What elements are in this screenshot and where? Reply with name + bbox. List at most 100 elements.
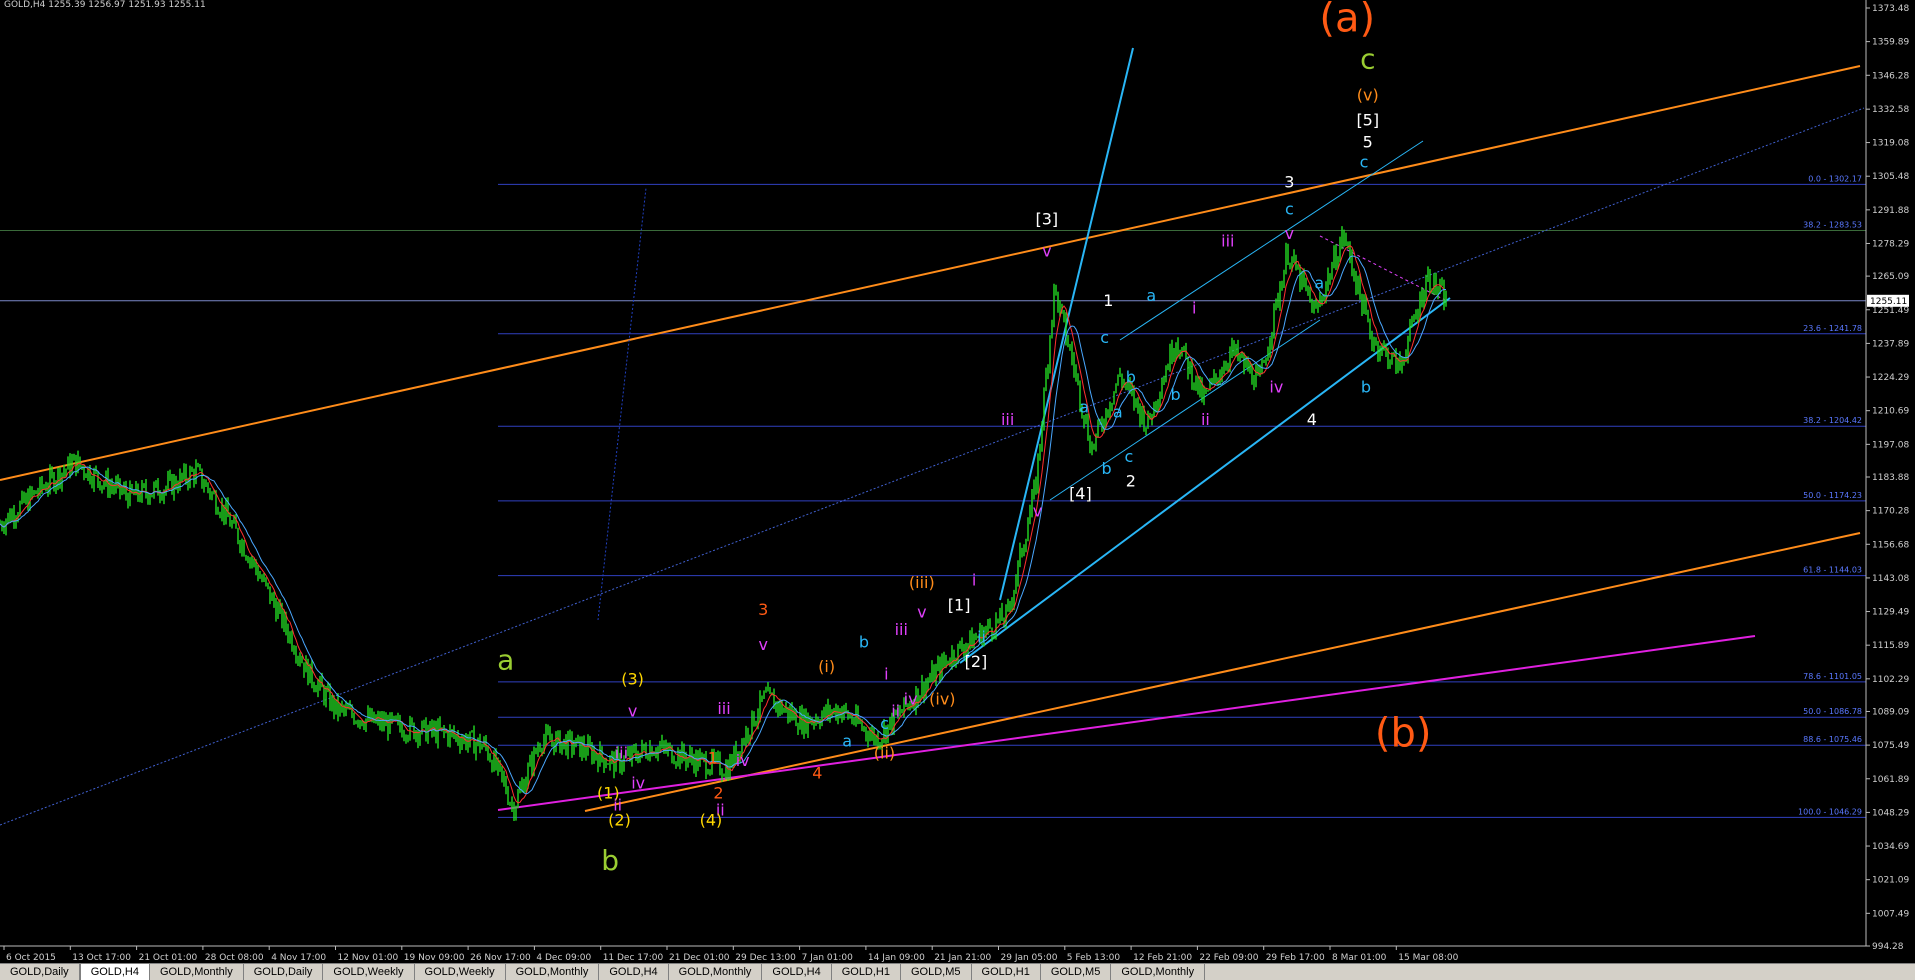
time-tick-label: 12 Feb 21:00 — [1133, 953, 1192, 963]
price-tick-label: 1034.69 — [1872, 842, 1909, 852]
chart-tab[interactable]: GOLD,M5 — [901, 964, 972, 980]
chart-tab[interactable]: GOLD,H1 — [832, 964, 901, 980]
wave-label: (4) — [700, 810, 723, 829]
price-tick-label: 1156.68 — [1872, 540, 1909, 550]
wave-label: iii — [1221, 232, 1234, 251]
wave-label: (i) — [818, 657, 835, 676]
price-tick-label: 1251.49 — [1872, 306, 1909, 316]
wave-label: c — [1100, 328, 1109, 347]
chart-header: GOLD,H4 1255.39 1256.97 1251.93 1255.11 — [4, 0, 206, 10]
wave-label: iii — [1001, 410, 1014, 429]
time-tick-label: 7 Jan 01:00 — [802, 953, 854, 963]
fib-level-label: 50.0 - 1174.23 — [1803, 491, 1862, 500]
time-tick-label: 5 Feb 13:00 — [1067, 953, 1121, 963]
wave-label: (v) — [1357, 86, 1379, 105]
time-tick-label: 8 Mar 01:00 — [1332, 953, 1387, 963]
wave-label: (ii) — [874, 744, 895, 763]
wave-label: v — [1033, 501, 1042, 520]
chart-tab[interactable]: GOLD,H4 — [79, 964, 150, 980]
chart-tab[interactable]: GOLD,H4 — [762, 964, 832, 980]
price-tick-label: 1346.28 — [1872, 71, 1909, 81]
price-tick-label: 1278.29 — [1872, 239, 1909, 249]
wave-label: a — [842, 731, 852, 750]
wave-label: b — [601, 844, 619, 877]
chart-tab[interactable]: GOLD,M5 — [1041, 964, 1112, 980]
wave-label: b — [859, 632, 869, 651]
wave-label: c — [1360, 43, 1375, 76]
wave-label: i — [972, 571, 976, 590]
price-tick-label: 1170.28 — [1872, 507, 1909, 517]
wave-label: b — [1361, 378, 1371, 397]
price-tick-label: 1007.49 — [1872, 909, 1909, 919]
wave-label: iii — [895, 620, 908, 639]
time-tick-label: 12 Nov 01:00 — [338, 953, 399, 963]
chart-background — [0, 0, 1915, 963]
price-tick-label: 1291.88 — [1872, 206, 1909, 216]
fib-level-label: 88.6 - 1075.46 — [1803, 735, 1862, 744]
chart-tab[interactable]: GOLD,Weekly — [415, 964, 506, 980]
wave-label: 4 — [1307, 410, 1317, 429]
price-tick-label: 1224.29 — [1872, 373, 1909, 383]
price-tick-label: 1237.89 — [1872, 339, 1909, 349]
wave-label: [1] — [948, 595, 971, 614]
wave-label: c — [1360, 152, 1369, 171]
wave-label: 5 — [1363, 133, 1373, 152]
wave-label: [3] — [1035, 209, 1058, 228]
wave-label: (b) — [1375, 710, 1432, 756]
wave-label: a — [1113, 402, 1123, 421]
wave-label: iv — [736, 751, 750, 770]
wave-label: c — [880, 714, 889, 733]
chart-tab[interactable]: GOLD,Monthly — [506, 964, 600, 980]
price-tick-label: 1048.29 — [1872, 808, 1909, 818]
wave-label: [5] — [1356, 110, 1379, 129]
fib-level-label: 38.2 - 1204.42 — [1803, 416, 1862, 425]
current-price-label: 1255.11 — [1870, 297, 1907, 307]
price-axis: 1373.48 1359.89 1346.28 1332.58 1319.08 1305.… — [1865, 0, 1915, 963]
wave-label: 2 — [1126, 472, 1136, 491]
fib-level-label: 0.0 - 1302.17 — [1808, 174, 1862, 183]
chart-tab[interactable]: GOLD,H4 — [599, 964, 669, 980]
fib-level-label: 50.0 - 1086.78 — [1803, 707, 1862, 716]
price-tick-label: 1021.09 — [1872, 876, 1909, 886]
fib-level-label: 78.6 - 1101.05 — [1803, 672, 1862, 681]
wave-label: 2 — [713, 783, 723, 802]
price-chart[interactable]: 0.0 - 1302.17 38.2 - 1283.53 23.6 - 1241.7… — [0, 0, 1915, 963]
price-tick-label: 994.28 — [1872, 942, 1904, 952]
chart-tab[interactable]: GOLD,Daily — [244, 964, 324, 980]
time-tick-label: 21 Dec 01:00 — [669, 953, 730, 963]
chart-tab[interactable]: GOLD,Monthly — [150, 964, 244, 980]
wave-label: a — [1079, 397, 1089, 416]
wave-label: iii — [615, 744, 628, 763]
chart-tab[interactable]: GOLD,Weekly — [323, 964, 415, 980]
wave-label: iii — [717, 699, 730, 718]
wave-label: i — [884, 665, 888, 684]
chart-tab[interactable]: GOLD,Daily — [0, 964, 80, 980]
wave-label: v — [758, 635, 767, 654]
chart-tab[interactable]: GOLD,H1 — [972, 964, 1041, 980]
time-tick-label: 22 Feb 09:00 — [1199, 953, 1258, 963]
wave-label: b — [1101, 459, 1111, 478]
time-tick-label: 14 Jan 09:00 — [868, 953, 925, 963]
price-tick-label: 1332.58 — [1872, 105, 1909, 115]
wave-label: a — [497, 644, 514, 677]
time-tick-label: 4 Nov 17:00 — [271, 953, 326, 963]
time-tick-label: 21 Jan 21:00 — [934, 953, 991, 963]
chart-tab[interactable]: GOLD,Monthly — [669, 964, 763, 980]
time-tick-label: 11 Dec 17:00 — [603, 953, 664, 963]
wave-label: c — [1285, 199, 1294, 218]
time-tick-label: 6 Oct 2015 — [6, 953, 56, 963]
wave-label: b — [1171, 385, 1181, 404]
fib-level-label: 23.6 - 1241.78 — [1803, 324, 1862, 333]
wave-label: (2) — [608, 810, 631, 829]
wave-label: [2] — [965, 652, 988, 671]
time-tick-label: 21 Oct 01:00 — [139, 953, 198, 963]
wave-label: ii — [977, 627, 986, 646]
chart-tab[interactable]: GOLD,Monthly — [1111, 964, 1206, 980]
fib-level-label: 61.8 - 1144.03 — [1803, 566, 1862, 575]
time-tick-label: 4 Dec 09:00 — [536, 953, 591, 963]
wave-label: [4] — [1069, 484, 1092, 503]
wave-label: 1 — [708, 749, 718, 768]
chart-tabs-bar: GOLD,Daily GOLD,H4 GOLD,Monthly GOLD,Daily G… — [0, 963, 1915, 980]
price-tick-label: 1319.08 — [1872, 139, 1909, 149]
wave-label: 3 — [1284, 172, 1294, 191]
